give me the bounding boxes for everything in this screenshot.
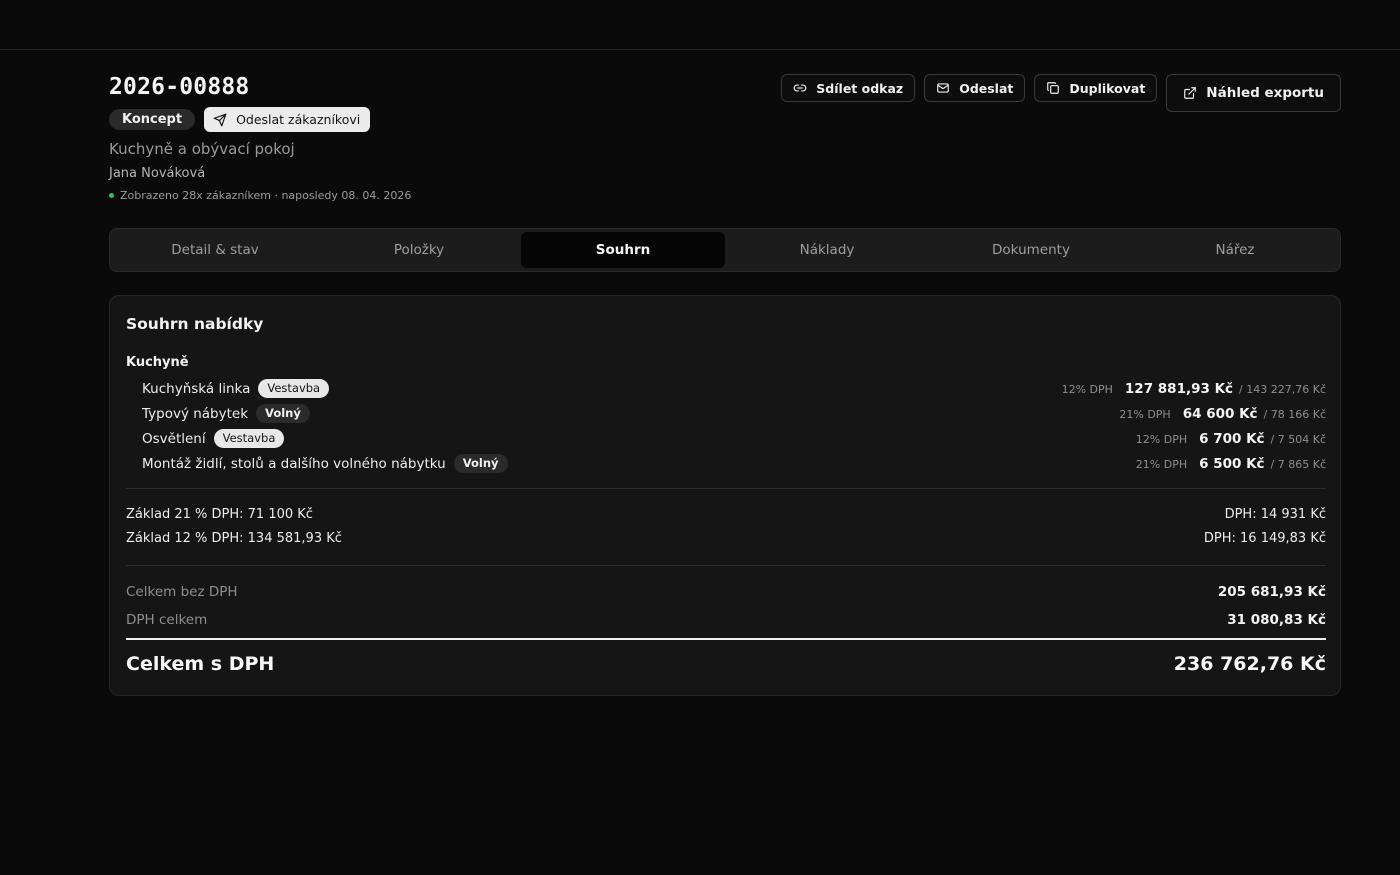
- item-name: Montáž židlí, stolů a dalšího volného ná…: [142, 455, 446, 472]
- tab-detail[interactable]: Detail & stav: [113, 232, 317, 268]
- summary-items: Kuchyňská linka Vestavba 12% DPH 127 881…: [126, 376, 1326, 476]
- share-link-button[interactable]: Sdílet odkaz: [781, 74, 916, 102]
- external-link-icon: [1184, 87, 1197, 99]
- tab-items[interactable]: Položky: [317, 232, 521, 268]
- page-title: 2026-00888: [109, 74, 250, 100]
- item-vat-rate: 21% DPH: [1135, 457, 1188, 471]
- total-divider: [126, 638, 1326, 640]
- item-name: Osvětlení: [142, 430, 206, 447]
- quote-subtitle: Kuchyně a obývací pokoj: [109, 140, 295, 158]
- item-net-price: 127 881,93 Kč: [1124, 380, 1234, 397]
- grand-total-value: 236 762,76 Kč: [1173, 653, 1326, 675]
- view-status-text: Zobrazeno 28x zákazníkem · naposledy 08.…: [120, 189, 412, 202]
- total-net-value: 205 681,93 Kč: [1217, 584, 1326, 600]
- item-net-price: 64 600 Kč: [1182, 405, 1258, 422]
- send-button[interactable]: Odeslat: [924, 74, 1026, 102]
- item-tag: Vestavba: [258, 379, 330, 398]
- item-gross-price: / 7 865 Kč: [1270, 457, 1326, 471]
- viewed-dot-icon: [109, 193, 114, 198]
- share-link-label: Sdílet odkaz: [816, 80, 904, 96]
- tab-summary[interactable]: Souhrn: [521, 232, 725, 268]
- tab-bar: Detail & stav Položky Souhrn Náklady Dok…: [109, 228, 1341, 272]
- vat-total-value: 31 080,83 Kč: [1227, 612, 1326, 628]
- send-to-customer-label: Odeslat zákazníkovi: [236, 112, 361, 127]
- divider: [126, 488, 1326, 489]
- summary-title: Souhrn nabídky: [126, 315, 264, 333]
- item-vat-rate: 12% DPH: [1061, 382, 1113, 396]
- list-item: Typový nábytek Volný 21% DPH 64 600 Kč /…: [126, 401, 1326, 426]
- item-tag: Volný: [453, 454, 508, 473]
- top-bar: [0, 0, 1400, 50]
- duplicate-label: Duplikovat: [1069, 80, 1146, 96]
- vat-total-row: DPH celkem 31 080,83 Kč: [126, 612, 1326, 628]
- vat-base-21: Základ 21 % DPH: 71 100 Kč: [126, 507, 313, 522]
- view-status: Zobrazeno 28x zákazníkem · naposledy 08.…: [109, 189, 411, 202]
- tab-costs[interactable]: Náklady: [725, 232, 929, 268]
- vat-amount-21: DPH: 14 931 Kč: [1224, 507, 1326, 522]
- header-actions: Sdílet odkaz Odeslat Duplikovat Náhled e…: [781, 74, 1341, 112]
- send-to-customer-button[interactable]: Odeslat zákazníkovi: [204, 107, 371, 132]
- quote-header: 2026-00888 Koncept Odeslat zákazníkovi K…: [109, 74, 1341, 214]
- item-gross-price: / 78 166 Kč: [1263, 407, 1326, 421]
- tab-cutting[interactable]: Nářez: [1133, 232, 1337, 268]
- item-vat-rate: 21% DPH: [1119, 407, 1171, 421]
- copy-icon: [1047, 82, 1060, 94]
- item-tag: Vestavba: [213, 429, 285, 448]
- grand-total-row: Celkem s DPH 236 762,76 Kč: [126, 653, 1326, 675]
- total-net-label: Celkem bez DPH: [126, 584, 238, 600]
- item-tag: Volný: [256, 404, 310, 423]
- grand-total-label: Celkem s DPH: [126, 653, 275, 675]
- vat-base-12: Základ 12 % DPH: 134 581,93 Kč: [126, 531, 342, 546]
- customer-name: Jana Nováková: [109, 166, 206, 181]
- group-title: Kuchyně: [126, 355, 189, 370]
- vat-base-21-row: Základ 21 % DPH: 71 100 Kč DPH: 14 931 K…: [126, 507, 1326, 522]
- export-preview-label: Náhled exportu: [1206, 85, 1324, 101]
- send-label: Odeslat: [959, 80, 1014, 96]
- total-net-row: Celkem bez DPH 205 681,93 Kč: [126, 584, 1326, 600]
- item-gross-price: / 7 504 Kč: [1270, 432, 1326, 446]
- send-icon: [213, 113, 227, 126]
- duplicate-button[interactable]: Duplikovat: [1034, 74, 1158, 102]
- list-item: Osvětlení Vestavba 12% DPH 6 700 Kč / 7 …: [126, 426, 1326, 451]
- item-vat-rate: 12% DPH: [1135, 432, 1188, 446]
- status-badge: Koncept: [109, 109, 196, 130]
- header-badges: Koncept Odeslat zákazníkovi: [109, 107, 371, 132]
- item-gross-price: / 143 227,76 Kč: [1239, 382, 1326, 396]
- item-net-price: 6 500 Kč: [1199, 455, 1265, 472]
- list-item: Kuchyňská linka Vestavba 12% DPH 127 881…: [126, 376, 1326, 401]
- vat-amount-12: DPH: 16 149,83 Kč: [1203, 531, 1326, 546]
- vat-total-label: DPH celkem: [126, 612, 208, 628]
- divider: [126, 565, 1326, 566]
- list-item: Montáž židlí, stolů a dalšího volného ná…: [126, 451, 1326, 476]
- summary-card: Souhrn nabídky Kuchyně Kuchyňská linka V…: [109, 295, 1341, 696]
- export-preview-button[interactable]: Náhled exportu: [1166, 74, 1341, 112]
- link-icon: [793, 84, 807, 92]
- vat-base-12-row: Základ 12 % DPH: 134 581,93 Kč DPH: 16 1…: [126, 531, 1326, 546]
- tab-documents[interactable]: Dokumenty: [929, 232, 1133, 268]
- mail-icon: [937, 83, 950, 93]
- item-net-price: 6 700 Kč: [1199, 430, 1265, 447]
- item-name: Kuchyňská linka: [142, 380, 251, 397]
- item-name: Typový nábytek: [142, 405, 249, 422]
